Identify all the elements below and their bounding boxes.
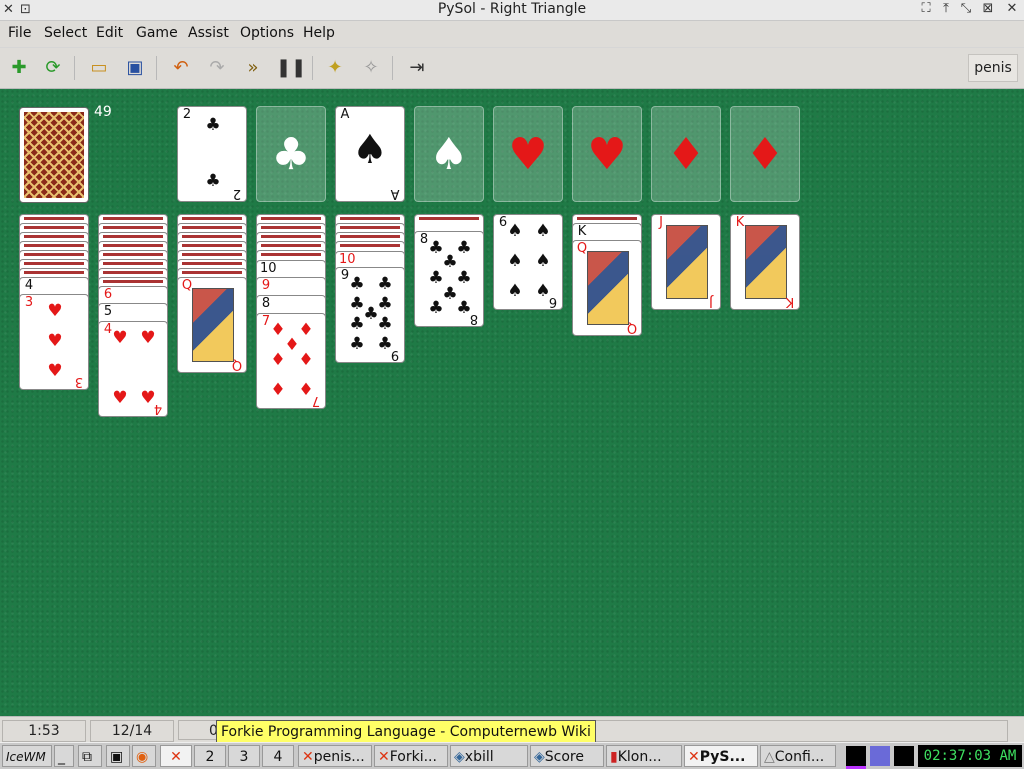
- card-8-clubs[interactable]: 8 ♣ ♣ ♣ ♣ ♣ ♣ ♣ ♣ 8: [414, 231, 484, 327]
- save-icon[interactable]: ▣: [122, 56, 148, 80]
- task-button[interactable]: ◈Score: [530, 745, 604, 767]
- menu-options[interactable]: Options: [240, 25, 294, 41]
- workspace-3[interactable]: 3: [228, 745, 260, 767]
- card-2-clubs[interactable]: 2 ♣ ♣ 2: [177, 106, 247, 202]
- menu-bar: File Select Edit Game Assist Options Hel…: [0, 21, 1024, 47]
- game-table: 49 2 ♣ ♣ 2 ♣ A ♠ A ♠ ♥ ♥ ♦ ♦ 4 3 ♥ ♥ ♥ 3…: [0, 89, 1024, 716]
- status-moves: 12/14: [90, 720, 174, 742]
- menu-assist[interactable]: Assist: [188, 25, 229, 41]
- rules-icon[interactable]: ✧: [358, 56, 384, 80]
- foundation-hearts[interactable]: ♥: [572, 106, 642, 202]
- statistics-icon[interactable]: ✦: [322, 56, 348, 80]
- title-bar: ✕ ⊡ PySol - Right Triangle ⛶ ⤒ ⤡ ⊠ ✕: [0, 0, 1024, 21]
- foundation-hearts[interactable]: ♥: [493, 106, 563, 202]
- card-6-spades[interactable]: 6 ♠ ♠ ♠ ♠ ♠ ♠ 6: [493, 214, 563, 310]
- toolbar-separator: [156, 56, 157, 80]
- card-queen-hearts[interactable]: Q Q: [177, 277, 247, 373]
- menu-select[interactable]: Select: [44, 25, 87, 41]
- close-window-icon[interactable]: ✕: [1004, 1, 1020, 16]
- task-button-active[interactable]: ✕PyS...: [684, 745, 758, 767]
- shade-icon[interactable]: ⤡: [958, 1, 974, 16]
- taskbar: IceWM _ ⧉ ▣ ◉ ✕ 2 3 4 ✕penis... ✕Forki..…: [0, 742, 1024, 769]
- foundation-clubs[interactable]: ♣: [256, 106, 326, 202]
- start-menu-icon[interactable]: IceWM: [2, 745, 52, 767]
- foundation-spades[interactable]: ♠: [414, 106, 484, 202]
- task-button[interactable]: ◈xbill: [450, 745, 528, 767]
- workspace-4[interactable]: 4: [262, 745, 294, 767]
- browser-icon[interactable]: ◉: [132, 745, 156, 767]
- cpu-monitor-icon: [846, 746, 866, 769]
- card-king-hearts[interactable]: K K: [730, 214, 800, 310]
- network-monitor-icon: [870, 746, 890, 766]
- menu-file[interactable]: File: [8, 25, 31, 41]
- foundation-diamonds[interactable]: ♦: [651, 106, 721, 202]
- new-game-icon[interactable]: ✚: [6, 56, 32, 80]
- task-button[interactable]: ✕penis...: [298, 745, 372, 767]
- task-button[interactable]: ▮Klon...: [606, 745, 682, 767]
- quit-icon[interactable]: ⇥: [404, 56, 430, 80]
- card-ace-spades[interactable]: A ♠ A: [335, 106, 405, 202]
- toolbar-separator: [312, 56, 313, 80]
- autodrop-icon[interactable]: »: [240, 56, 266, 80]
- toolbar: ✚ ⟳ ▭ ▣ ↶ ↷ » ❚❚ ✦ ✧ ⇥ penis: [0, 48, 1024, 89]
- restart-icon[interactable]: ⟳: [40, 56, 66, 80]
- card-queen-hearts[interactable]: Q Q: [572, 240, 642, 336]
- raise-icon[interactable]: ⤒: [938, 1, 954, 16]
- workspace-2[interactable]: 2: [194, 745, 226, 767]
- stock-pile[interactable]: [19, 107, 89, 203]
- menu-edit[interactable]: Edit: [96, 25, 123, 41]
- menu-help[interactable]: Help: [303, 25, 335, 41]
- window-list-icon[interactable]: ⧉: [78, 745, 102, 767]
- player-name[interactable]: penis: [968, 54, 1018, 82]
- workspace-1[interactable]: ✕: [160, 745, 192, 767]
- toolbar-separator: [74, 56, 75, 80]
- pause-icon[interactable]: ❚❚: [276, 56, 306, 80]
- foundation-diamonds[interactable]: ♦: [730, 106, 800, 202]
- card-jack-diamonds[interactable]: J J: [651, 214, 721, 310]
- task-button[interactable]: ✕Forki...: [374, 745, 448, 767]
- redo-icon[interactable]: ↷: [204, 56, 230, 80]
- card-4-hearts[interactable]: 4 ♥ ♥ ♥ ♥ 4: [98, 321, 168, 417]
- maximize-icon[interactable]: ⛶: [918, 1, 934, 16]
- card-9-clubs[interactable]: 9 ♣ ♣ ♣ ♣ ♣ ♣ ♣ ♣ ♣ 9: [335, 267, 405, 363]
- card-7-diamonds[interactable]: 7 ♦ ♦ ♦ ♦ ♦ ♦ ♦ 7: [256, 313, 326, 409]
- terminal-icon[interactable]: ▣: [106, 745, 130, 767]
- task-button[interactable]: △Confi...: [760, 745, 836, 767]
- undo-icon[interactable]: ↶: [168, 56, 194, 80]
- open-icon[interactable]: ▭: [86, 56, 112, 80]
- menu-game[interactable]: Game: [136, 25, 178, 41]
- memory-monitor-icon: [894, 746, 914, 766]
- window-title: PySol - Right Triangle: [437, 1, 587, 17]
- stock-count: 49: [94, 104, 112, 120]
- card-3-hearts[interactable]: 3 ♥ ♥ ♥ 3: [19, 294, 89, 390]
- clock[interactable]: 02:37:03 AM: [918, 745, 1022, 767]
- tooltip: Forkie Programming Language - Computerne…: [216, 720, 596, 744]
- toolbar-separator: [392, 56, 393, 80]
- minimize-all-icon[interactable]: _: [54, 745, 74, 767]
- iconify-icon[interactable]: ⊠: [980, 1, 996, 16]
- status-time: 1:53: [2, 720, 86, 742]
